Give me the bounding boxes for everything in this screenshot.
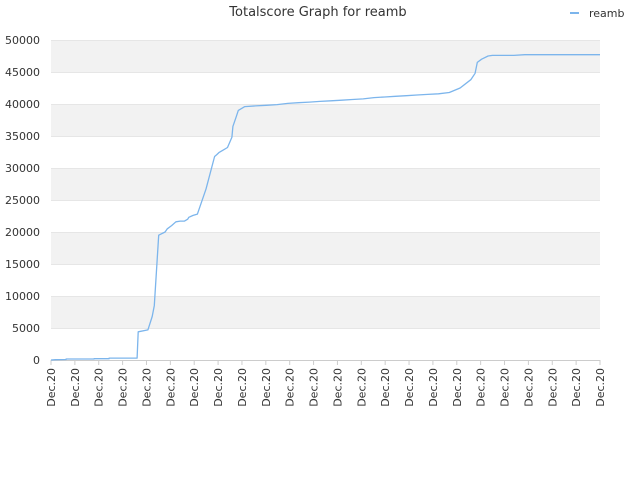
x-tick-label: Dec.20 — [379, 368, 392, 407]
y-tick-label: 15000 — [5, 258, 40, 271]
grid-bands — [51, 40, 600, 328]
x-tick-label: Dec.20 — [403, 368, 416, 407]
x-tick-label: Dec.20 — [188, 368, 201, 407]
x-axis: Dec.20 Dec.20 Dec.20 Dec.20 Dec.20 Dec.20 Dec.… — [45, 360, 607, 407]
x-tick-label: Dec.20 — [355, 368, 368, 407]
y-tick-label: 35000 — [5, 130, 40, 143]
x-tick-label: Dec.20 — [475, 368, 488, 407]
y-tick-label: 45000 — [5, 66, 40, 79]
totalscore-chart: Totalscore Graph for reamb 0 5000 10000 150… — [5, 5, 625, 407]
x-tick-label: Dec.20 — [140, 368, 153, 407]
grid-band — [51, 168, 600, 200]
grid-band — [51, 232, 600, 264]
legend-label-reamb: reamb — [589, 7, 625, 20]
x-tick-label: Dec.20 — [331, 368, 344, 407]
x-tick-label: Dec.20 — [236, 368, 249, 407]
x-tick-label: Dec.20 — [427, 368, 440, 407]
x-tick-label: Dec.20 — [260, 368, 273, 407]
x-tick-label: Dec.20 — [164, 368, 177, 407]
x-tick-label: Dec.20 — [594, 368, 607, 407]
y-tick-label: 40000 — [5, 98, 40, 111]
x-tick-label: Dec.20 — [117, 368, 130, 407]
x-tick-label: Dec.20 — [499, 368, 512, 407]
x-tick-label: Dec.20 — [570, 368, 583, 407]
grid-band — [51, 104, 600, 136]
grid-band — [51, 296, 600, 328]
x-tick-label: Dec.20 — [284, 368, 297, 407]
legend[interactable]: reamb — [570, 7, 625, 20]
y-axis: 0 5000 10000 15000 20000 25000 30000 35000 40000… — [5, 34, 40, 367]
x-tick-label: Dec.20 — [546, 368, 559, 407]
chart-title: Totalscore Graph for reamb — [228, 5, 406, 20]
x-tick-label: Dec.20 — [522, 368, 535, 407]
x-tick-label: Dec.20 — [212, 368, 225, 407]
y-tick-label: 25000 — [5, 194, 40, 207]
x-tick-label: Dec.20 — [45, 368, 58, 407]
x-tick-label: Dec.20 — [451, 368, 464, 407]
y-tick-label: 20000 — [5, 226, 40, 239]
x-tick-label: Dec.20 — [308, 368, 321, 407]
y-tick-label: 50000 — [5, 34, 40, 47]
y-tick-label: 30000 — [5, 162, 40, 175]
y-tick-label: 0 — [33, 354, 40, 367]
grid-band — [51, 40, 600, 72]
y-tick-label: 5000 — [12, 322, 40, 335]
x-tick-label: Dec.20 — [93, 368, 106, 407]
x-tick-label: Dec.20 — [69, 368, 82, 407]
y-tick-label: 10000 — [5, 290, 40, 303]
